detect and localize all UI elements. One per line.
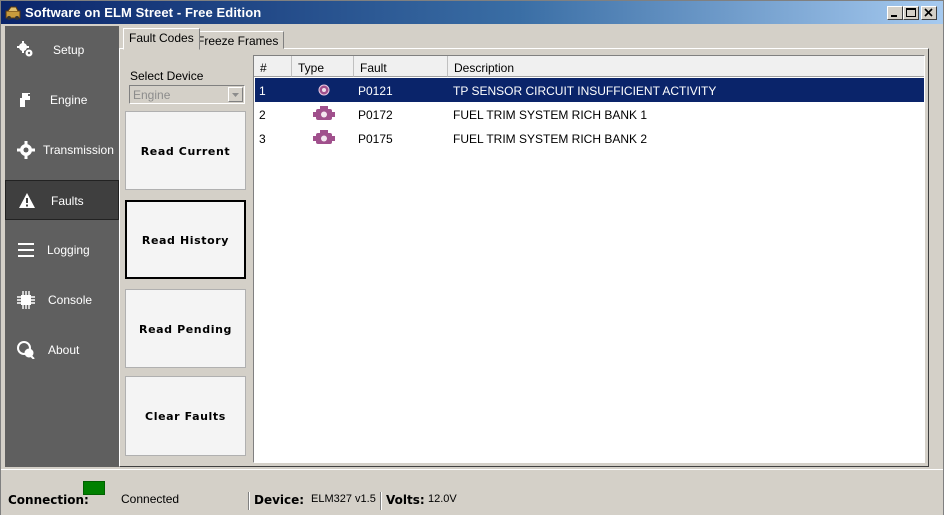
- status-divider: [380, 492, 382, 510]
- minimize-button[interactable]: [887, 6, 903, 20]
- column-header-type[interactable]: Type: [292, 56, 354, 77]
- read-history-label: Read History: [141, 234, 230, 247]
- connection-indicator: [83, 481, 105, 495]
- read-pending-button[interactable]: Read Pending: [125, 289, 246, 368]
- fault-code: P0175: [358, 132, 393, 146]
- sidebar-item-faults[interactable]: Faults: [5, 180, 119, 220]
- column-header-number[interactable]: #: [254, 56, 292, 77]
- fault-code: P0172: [358, 108, 393, 122]
- volts-value: 12.0V: [428, 493, 457, 505]
- sidebar-item-console[interactable]: Console: [5, 280, 119, 320]
- engine-fault-icon: [313, 130, 335, 144]
- read-pending-label: Read Pending: [139, 323, 232, 336]
- device-select-value: Engine: [133, 88, 171, 102]
- sidebar-item-label: Setup: [53, 43, 85, 57]
- chip-icon: [17, 291, 35, 309]
- sidebar-item-label: Engine: [50, 93, 88, 107]
- tab-freeze-frames[interactable]: Freeze Frames: [191, 31, 285, 49]
- read-current-label: Read Current: [140, 145, 231, 158]
- gear-icon: [17, 141, 35, 159]
- app-logo-icon: [5, 6, 21, 20]
- sidebar-item-about[interactable]: About: [5, 330, 119, 370]
- window-title: Software on ELM Street - Free Edition: [25, 5, 262, 20]
- gears-icon: [17, 41, 33, 57]
- sidebar: Setup Engine Transmission Faults Logging…: [5, 26, 119, 467]
- maximize-button[interactable]: [903, 6, 919, 20]
- table-row[interactable]: 2 P0172 FUEL TRIM SYSTEM RICH BANK 1: [255, 102, 924, 126]
- sidebar-item-transmission[interactable]: Transmission: [5, 130, 119, 170]
- sidebar-item-label: Logging: [47, 243, 90, 257]
- read-current-button[interactable]: Read Current: [125, 111, 246, 190]
- warning-icon: [19, 193, 35, 208]
- fault-description: TP SENSOR CIRCUIT INSUFFICIENT ACTIVITY: [453, 84, 717, 98]
- sidebar-item-logging[interactable]: Logging: [5, 230, 119, 270]
- maximize-icon: [906, 8, 916, 17]
- fault-type-icon: [318, 84, 330, 96]
- device-label: Device:: [254, 493, 305, 507]
- fault-codes-table[interactable]: # Type Fault Description 1 P0121 TP SENS…: [253, 55, 925, 463]
- fault-description: FUEL TRIM SYSTEM RICH BANK 1: [453, 108, 648, 122]
- menu-lines-icon: [18, 243, 34, 257]
- sidebar-item-label: About: [48, 343, 80, 357]
- column-header-description[interactable]: Description: [448, 56, 924, 77]
- row-number: 2: [259, 108, 266, 122]
- status-bar: Connection: Connected Device: ELM327 v1.…: [1, 469, 943, 515]
- close-icon: [924, 8, 933, 17]
- connection-status: Connected: [121, 492, 180, 506]
- status-divider: [248, 492, 250, 510]
- table-row[interactable]: 1 P0121 TP SENSOR CIRCUIT INSUFFICIENT A…: [255, 78, 924, 102]
- sidebar-item-setup[interactable]: Setup: [5, 30, 119, 70]
- tab-fault-codes[interactable]: Fault Codes: [123, 28, 200, 50]
- chat-bubbles-icon: [17, 341, 35, 359]
- fault-code: P0121: [358, 84, 393, 98]
- engine-icon: [20, 93, 31, 107]
- title-bar[interactable]: Software on ELM Street - Free Edition: [1, 1, 943, 24]
- sidebar-item-label: Console: [48, 293, 93, 307]
- device-value: ELM327 v1.5: [311, 493, 376, 505]
- table-row[interactable]: 3 P0175 FUEL TRIM SYSTEM RICH BANK 2: [255, 126, 924, 150]
- sidebar-item-engine[interactable]: Engine: [5, 80, 119, 120]
- device-select[interactable]: Engine: [129, 85, 245, 104]
- chevron-down-icon: [232, 93, 239, 97]
- clear-faults-button[interactable]: Clear Faults: [125, 376, 246, 456]
- sidebar-item-label: Faults: [51, 194, 84, 208]
- connection-label: Connection:: [8, 493, 89, 507]
- volts-label: Volts:: [386, 493, 425, 507]
- row-number: 3: [259, 132, 266, 146]
- engine-fault-icon: [313, 106, 335, 120]
- clear-faults-label: Clear Faults: [145, 410, 226, 423]
- select-device-label: Select Device: [130, 69, 204, 83]
- fault-description: FUEL TRIM SYSTEM RICH BANK 2: [453, 132, 648, 146]
- read-history-button[interactable]: Read History: [125, 200, 246, 279]
- row-number: 1: [259, 84, 266, 98]
- app-window: Software on ELM Street - Free Edition Se…: [0, 0, 944, 515]
- minimize-icon: [891, 15, 897, 17]
- close-button[interactable]: [921, 6, 937, 20]
- dropdown-button[interactable]: [228, 87, 243, 102]
- sidebar-item-label: Transmission: [43, 143, 114, 157]
- column-header-fault[interactable]: Fault: [354, 56, 448, 77]
